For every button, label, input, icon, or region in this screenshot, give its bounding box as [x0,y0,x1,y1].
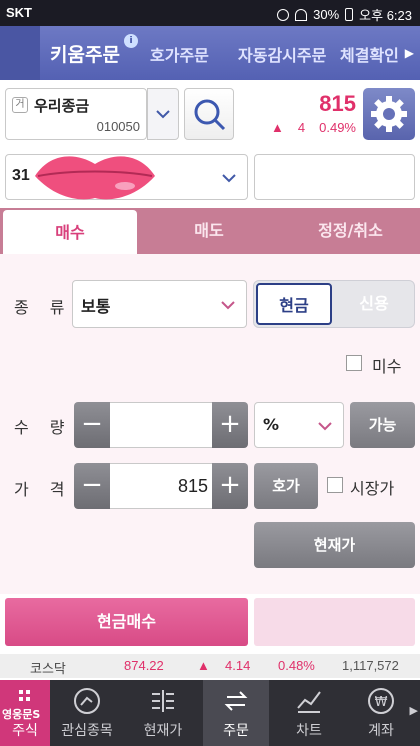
quantity-unit-value: % [263,415,280,434]
index-name: 코스닥 [30,661,66,676]
tab-buy[interactable]: 매수 [3,210,137,258]
index-change: 4.14 [225,658,251,673]
price-change: ▲ 4 0.49% [271,120,356,135]
app-logo[interactable]: 영웅문S 주식 [0,680,50,746]
nav-current-price-label: 현재가 [143,723,183,739]
battery-level: 30% [313,7,340,22]
scroll-right-icon[interactable]: ▶ [405,46,414,60]
price-label: 가 격 [14,480,73,499]
top-tab-bar: 키움주문 i 호가주문 자동감시주문 체결확인 ▶ [0,26,420,80]
nav-watchlist-label: 관심종목 [61,723,113,739]
order-type-value: 보통 [81,297,111,316]
index-volume: 1,117,572 [342,658,399,673]
battery-icon [345,8,354,21]
clock: 오후 6:23 [359,8,412,23]
account-number: 31 [12,167,30,184]
nav-chart-label: 차트 [296,723,322,739]
market-price-label: 시장가 [350,479,395,498]
nav-current-price[interactable]: 현재가 [130,680,196,746]
nav-scroll-right-icon[interactable]: ▶ [410,704,418,717]
chart-icon [297,691,321,713]
chevron-down-icon [221,301,235,310]
order-status-panel [254,598,415,646]
chevron-down-icon [222,174,236,183]
up-arrow-icon: ▲ [271,120,284,135]
change-value: 4 [297,120,306,135]
credit-option[interactable]: 신용 [334,281,414,327]
stock-code: 010050 [96,119,140,134]
bottom-nav: 영웅문S 주식 관심종목 현재가 주문 차트 ₩ 계좌 ▶ [0,680,420,746]
chevron-down-icon [156,110,170,119]
order-tabs: 매수 매도 정정/취소 [0,208,420,258]
tab-hoga-order[interactable]: 호가주문 [150,42,209,66]
order-type-label: 종 류 [14,298,73,317]
cash-credit-toggle: 현금 신용 [253,280,415,328]
nav-chart[interactable]: 차트 [276,680,342,746]
stock-selector[interactable]: 거 우리종금 010050 [5,88,147,140]
possible-quantity-button[interactable]: 가능 [350,402,415,448]
tab-modify-cancel[interactable]: 정정/취소 [281,208,420,254]
index-rate: 0.48% [278,658,315,673]
price-list-icon [152,690,174,712]
svg-text:₩: ₩ [375,695,388,710]
chevron-down-icon [318,422,332,431]
current-price: 815 [319,91,356,116]
quantity-minus-button[interactable]: − [74,402,110,448]
quantity-input[interactable] [110,402,212,448]
unfilled-label: 미수 [372,357,402,376]
change-rate: 0.49% [319,120,356,135]
nav-order[interactable]: 주문 [203,680,269,746]
current-price-button[interactable]: 현재가 [254,522,415,568]
tab-sell[interactable]: 매도 [142,208,276,254]
market-badge: 거 [12,97,28,113]
info-badge-icon: i [124,34,138,48]
stock-name: 우리종금 [34,97,90,115]
nav-watchlist[interactable]: 관심종목 [54,680,120,746]
hoga-button[interactable]: 호가 [254,463,318,509]
up-arrow-icon: ▲ [197,658,210,673]
nav-stock-label: 주식 [12,723,38,739]
transfer-arrows-icon [224,691,248,711]
password-input[interactable] [254,154,415,200]
quantity-label: 수 량 [14,418,73,437]
index-value: 874.22 [124,658,164,673]
carrier-label: SKT [6,5,32,20]
market-price-checkbox[interactable] [327,477,343,493]
tab-kiwoom-order[interactable]: 키움주문 [50,40,120,67]
tab-execution-check[interactable]: 체결확인 [340,42,399,66]
search-icon [194,99,226,131]
alarm-icon [277,8,290,21]
price-minus-button[interactable]: − [74,463,110,509]
quantity-unit-select[interactable]: % [254,402,344,448]
nav-order-label: 주문 [223,723,249,739]
index-ticker[interactable]: 코스닥 874.22 ▲ 4.14 0.48% 1,117,572 [0,654,420,678]
tab-auto-monitor-order[interactable]: 자동감시주문 [238,42,326,66]
price-input[interactable]: 815 [110,463,212,509]
order-type-select[interactable]: 보통 [72,280,247,328]
cash-option[interactable]: 현금 [256,283,332,325]
unfilled-checkbox[interactable] [346,355,362,371]
won-icon: ₩ [368,688,394,714]
gear-icon [371,96,407,132]
price-plus-button[interactable]: + [212,463,248,509]
quantity-plus-button[interactable]: + [212,402,248,448]
stock-dropdown-button[interactable] [147,88,179,140]
wifi-icon [295,8,308,21]
search-button[interactable] [184,88,234,140]
status-bar: SKT 30% 오후 6:23 [0,0,420,26]
nav-account[interactable]: ₩ 계좌 [348,680,414,746]
nav-account-label: 계좌 [368,723,394,739]
settings-button[interactable] [363,88,415,140]
cash-buy-button[interactable]: 현금매수 [5,598,248,646]
watchlist-icon [74,688,100,714]
lips-sticker-icon [35,156,155,200]
menu-button[interactable] [0,26,40,80]
